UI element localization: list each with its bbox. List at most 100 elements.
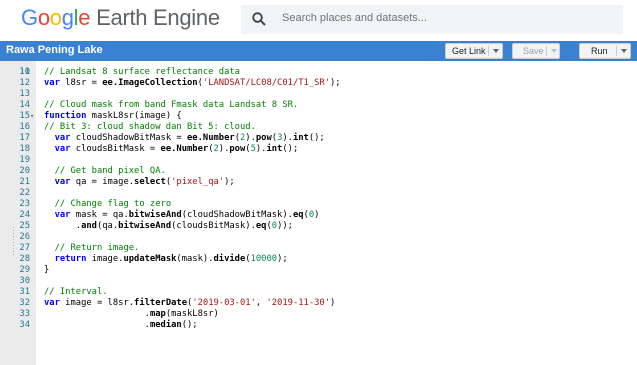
code-token: // Return image. xyxy=(54,243,140,253)
code-token: 'pixel_qa' xyxy=(171,177,225,187)
chevron-down-icon[interactable] xyxy=(493,49,499,53)
code-line[interactable]: 17 var cloudShadowBitMask = ee.Number(2)… xyxy=(0,133,637,144)
chevron-down-icon[interactable] xyxy=(621,49,627,53)
save-label: Save xyxy=(523,46,544,56)
code-line[interactable]: 19 xyxy=(0,155,637,166)
code-token: // Landsat 8 surface reflectance data xyxy=(44,67,240,77)
code-text: .and(qa.bitwiseAnd(cloudsBitMask).eq(0))… xyxy=(44,221,293,232)
code-line[interactable]: 25 .and(qa.bitwiseAnd(cloudsBitMask).eq(… xyxy=(0,221,637,232)
code-token: ee.Number xyxy=(160,144,209,154)
code-token: image = l8sr. xyxy=(59,298,135,308)
code-text: // Bit 3: cloud shadow dan Bit 5: cloud. xyxy=(44,122,256,133)
code-token: , xyxy=(255,298,267,308)
top-bar: Google Earth Engine Search places and dat… xyxy=(0,0,637,40)
code-line[interactable]: 14 // Cloud mask from band Fmask data Lan… xyxy=(0,100,637,111)
line-number: 26 xyxy=(19,232,30,242)
code-text: // Change flag to zero xyxy=(44,199,172,210)
code-line[interactable]: 18 var cloudsBitMask = ee.Number(2).pow(… xyxy=(0,144,637,155)
line-number: 13 xyxy=(19,89,30,99)
button-divider xyxy=(488,46,489,56)
code-token: ); xyxy=(277,254,288,264)
code-line: 10 xyxy=(0,56,637,77)
line-number: 11 xyxy=(19,67,30,77)
code-token: ). xyxy=(245,133,256,143)
fold-toggle-icon[interactable]: ▾ xyxy=(30,111,34,122)
line-number: 34 xyxy=(19,320,30,330)
line-number: 31 xyxy=(19,287,30,297)
code-text: var qa = image.select('pixel_qa'); xyxy=(44,177,235,188)
line-number: 15 xyxy=(19,111,30,121)
line-number: 19 xyxy=(19,155,30,165)
line-number: 17 xyxy=(19,133,30,143)
code-text: var mask = qa.bitwiseAnd(cloudShadowBitM… xyxy=(44,210,320,221)
code-line[interactable]: 11 // Landsat 8 surface reflectance data xyxy=(0,67,637,78)
line-number: 27 xyxy=(19,243,30,253)
code-token: cloudsBitMask = xyxy=(70,144,161,154)
line-number: 18 xyxy=(19,144,30,154)
code-token: map xyxy=(149,309,166,319)
code-line[interactable]: 29} xyxy=(0,265,637,276)
code-token: (cloudsBitMask). xyxy=(171,221,256,231)
code-text: } xyxy=(44,265,49,276)
code-token: ). xyxy=(255,144,267,154)
code-token: '2019-03-01' xyxy=(192,298,256,308)
run-label: Run xyxy=(591,46,608,56)
chevron-down-icon[interactable] xyxy=(551,49,557,53)
line-number: 23 xyxy=(19,199,30,209)
code-line[interactable]: 13 xyxy=(0,89,637,100)
code-token: . xyxy=(44,309,150,319)
code-line[interactable]: 33 .map(maskL8sr) xyxy=(0,309,637,320)
code-token: ). xyxy=(218,144,230,154)
code-text: // Interval. xyxy=(44,287,108,298)
logo-letter: G xyxy=(21,5,38,30)
code-token: (qa. xyxy=(96,221,119,231)
code-token: )); xyxy=(277,221,293,231)
code-line[interactable]: 27 // Return image. xyxy=(0,243,637,254)
code-line[interactable]: 23 // Change flag to zero xyxy=(0,199,637,210)
code-line[interactable]: 32 var image = l8sr.filterDate('2019-03-0… xyxy=(0,298,637,309)
code-token: . xyxy=(44,221,82,231)
code-token: (cloudShadowBitMask). xyxy=(181,210,293,220)
code-text: // Landsat 8 surface reflectance data xyxy=(44,67,240,78)
code-token: eq xyxy=(292,210,304,220)
code-token: int xyxy=(292,133,309,143)
line-number: 32 xyxy=(19,298,30,308)
code-text: return image.updateMask(mask).divide(100… xyxy=(44,254,288,265)
code-token: bitwiseAnd xyxy=(128,210,182,220)
code-token: pow xyxy=(229,144,246,154)
code-token: var xyxy=(44,298,60,308)
code-line[interactable]: 20 // Get band pixel QA. xyxy=(0,166,637,177)
code-line[interactable]: 21 var qa = image.select('pixel_qa'); xyxy=(0,177,637,188)
code-token: eq xyxy=(255,221,267,231)
code-line[interactable]: 30 xyxy=(0,276,637,287)
code-token: and xyxy=(81,221,97,231)
code-line[interactable]: 22 xyxy=(0,188,637,199)
code-line[interactable]: 24 var mask = qa.bitwiseAnd(cloudShadowB… xyxy=(0,210,637,221)
code-line[interactable]: 31 // Interval. xyxy=(0,287,637,298)
code-token: // Change flag to zero xyxy=(54,199,172,209)
code-line[interactable]: 16 // Bit 3: cloud shadow dan Bit 5: clou… xyxy=(0,122,637,133)
code-editor[interactable]: 10 11// Landsat 8 surface reflectance da… xyxy=(0,61,637,365)
code-line[interactable]: 28 return image.updateMask(mask).divide(… xyxy=(0,254,637,265)
code-token: ). xyxy=(282,133,293,143)
code-line[interactable]: 12 var l8sr = ee.ImageCollection('LANDSAT… xyxy=(0,78,637,89)
search-input[interactable]: Search places and datasets... xyxy=(282,12,427,24)
google-earth-engine-logo[interactable]: Google Earth Engine xyxy=(21,4,220,32)
line-number: 24 xyxy=(19,210,30,220)
code-line[interactable]: 34 .median(); xyxy=(0,320,637,331)
logo-letter: e xyxy=(78,5,91,30)
code-token: ); xyxy=(330,78,341,88)
search-box[interactable]: Search places and datasets... xyxy=(241,5,623,34)
code-token: int xyxy=(266,144,283,154)
code-token: (); xyxy=(181,320,198,330)
code-token: var xyxy=(54,133,71,143)
code-text: .map(maskL8sr) xyxy=(44,309,219,320)
code-line[interactable]: 15 ▾ function maskL8sr(image) { xyxy=(0,111,637,122)
code-token: (maskL8sr) xyxy=(165,309,219,319)
code-line[interactable]: 26 xyxy=(0,232,637,243)
